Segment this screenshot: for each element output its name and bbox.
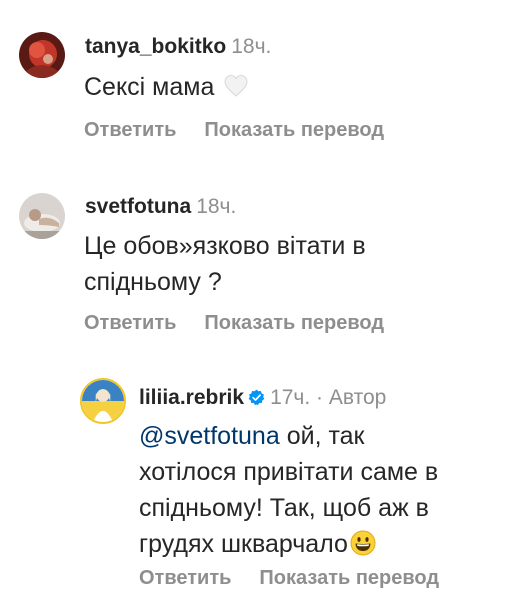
grinning-face-icon: [350, 530, 376, 556]
author-label: Автор: [328, 386, 387, 409]
reply-text-content: ой, так: [279, 422, 365, 450]
reply-text-line: грудях шкварчало: [139, 526, 438, 562]
reply-text-content: грудях шкварчало: [139, 530, 348, 558]
show-translation-button[interactable]: Показать перевод: [259, 567, 439, 589]
reply-item: liliia.rebrik 17ч. · Автор @svetfotuna о…: [0, 0, 530, 600]
username[interactable]: liliia.rebrik: [139, 386, 244, 409]
separator: ·: [310, 386, 329, 409]
timestamp: 17ч.: [270, 386, 311, 409]
reply-header: liliia.rebrik 17ч. · Автор: [139, 385, 386, 411]
avatar[interactable]: [80, 378, 126, 424]
reply-text-line: спідньому! Так, щоб аж в: [139, 494, 429, 522]
reply-actions: Ответить Показать перевод: [139, 566, 467, 590]
reply-text: @svetfotuna ой, так хотілося привітати с…: [139, 418, 438, 562]
reply-text-line: хотілося привітати саме в: [139, 458, 439, 486]
reply-button[interactable]: Ответить: [139, 567, 231, 589]
reply-text-line: @svetfotuna ой, так: [139, 418, 438, 454]
mention-link[interactable]: @svetfotuna: [139, 422, 280, 450]
verified-badge-icon: [248, 389, 265, 406]
